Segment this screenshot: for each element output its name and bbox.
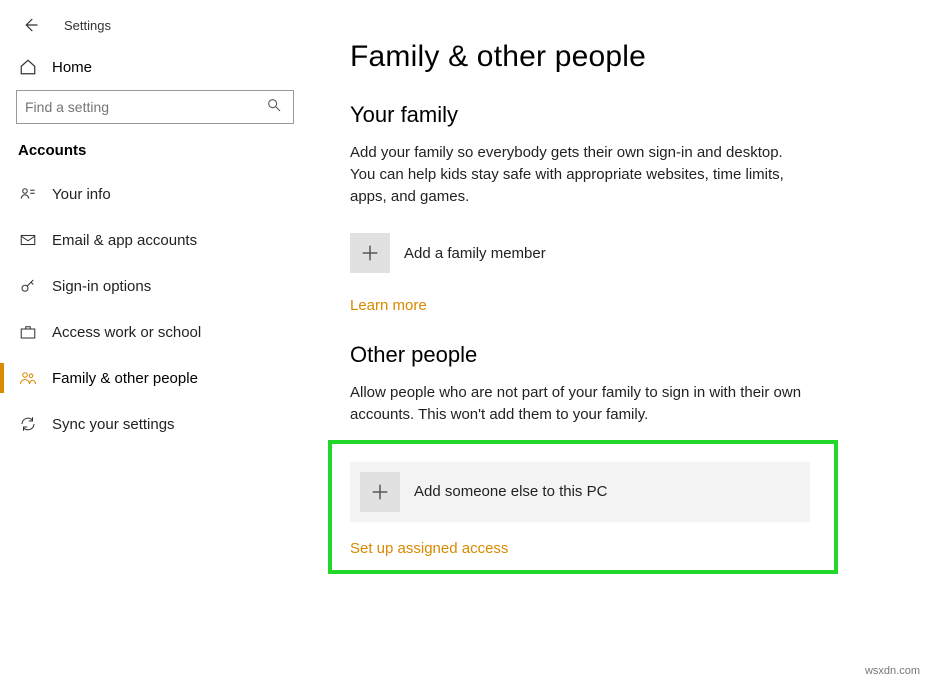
search-input[interactable] — [25, 99, 263, 115]
search-icon — [263, 97, 285, 118]
sidebar-item-family-other[interactable]: Family & other people — [0, 355, 310, 401]
back-button[interactable] — [18, 13, 42, 37]
other-people-heading: Other people — [350, 342, 890, 368]
sidebar-item-label: Email & app accounts — [52, 232, 197, 249]
sidebar-item-label: Sync your settings — [52, 416, 175, 433]
home-button[interactable]: Home — [0, 40, 310, 90]
sidebar-item-label: Family & other people — [52, 370, 198, 387]
section-label: Accounts — [0, 136, 310, 171]
your-family-heading: Your family — [350, 102, 890, 128]
content-area: Family & other people Your family Add yo… — [310, 0, 930, 683]
window-title: Settings — [64, 18, 111, 33]
home-icon — [18, 58, 38, 76]
search-box[interactable] — [16, 90, 294, 124]
assigned-access-link[interactable]: Set up assigned access — [350, 540, 508, 557]
briefcase-icon — [18, 322, 38, 342]
mail-icon — [18, 230, 38, 250]
add-someone-else-label: Add someone else to this PC — [414, 483, 607, 500]
sidebar-item-label: Sign-in options — [52, 278, 151, 295]
plus-icon — [360, 472, 400, 512]
people-icon — [18, 368, 38, 388]
add-family-member-button[interactable]: Add a family member — [350, 227, 810, 279]
sidebar-item-label: Your info — [52, 186, 111, 203]
watermark: wsxdn.com — [865, 665, 920, 677]
back-arrow-icon — [21, 16, 39, 34]
add-someone-else-button[interactable]: Add someone else to this PC — [350, 462, 810, 522]
your-family-description: Add your family so everybody gets their … — [350, 142, 810, 207]
person-card-icon — [18, 184, 38, 204]
titlebar: Settings — [0, 0, 310, 40]
page-title: Family & other people — [350, 40, 890, 74]
home-label: Home — [52, 59, 92, 76]
sidebar-item-signin-options[interactable]: Sign-in options — [0, 263, 310, 309]
sidebar: Settings Home Accounts Your info E — [0, 0, 310, 683]
add-family-label: Add a family member — [404, 245, 546, 262]
sidebar-item-your-info[interactable]: Your info — [0, 171, 310, 217]
sidebar-item-access-work[interactable]: Access work or school — [0, 309, 310, 355]
learn-more-link[interactable]: Learn more — [350, 297, 427, 314]
other-people-description: Allow people who are not part of your fa… — [350, 382, 810, 426]
sidebar-item-sync[interactable]: Sync your settings — [0, 401, 310, 447]
sidebar-item-label: Access work or school — [52, 324, 201, 341]
plus-icon — [350, 233, 390, 273]
key-icon — [18, 276, 38, 296]
highlight-annotation: Add someone else to this PC Set up assig… — [328, 440, 838, 574]
sync-icon — [18, 414, 38, 434]
sidebar-item-email-accounts[interactable]: Email & app accounts — [0, 217, 310, 263]
